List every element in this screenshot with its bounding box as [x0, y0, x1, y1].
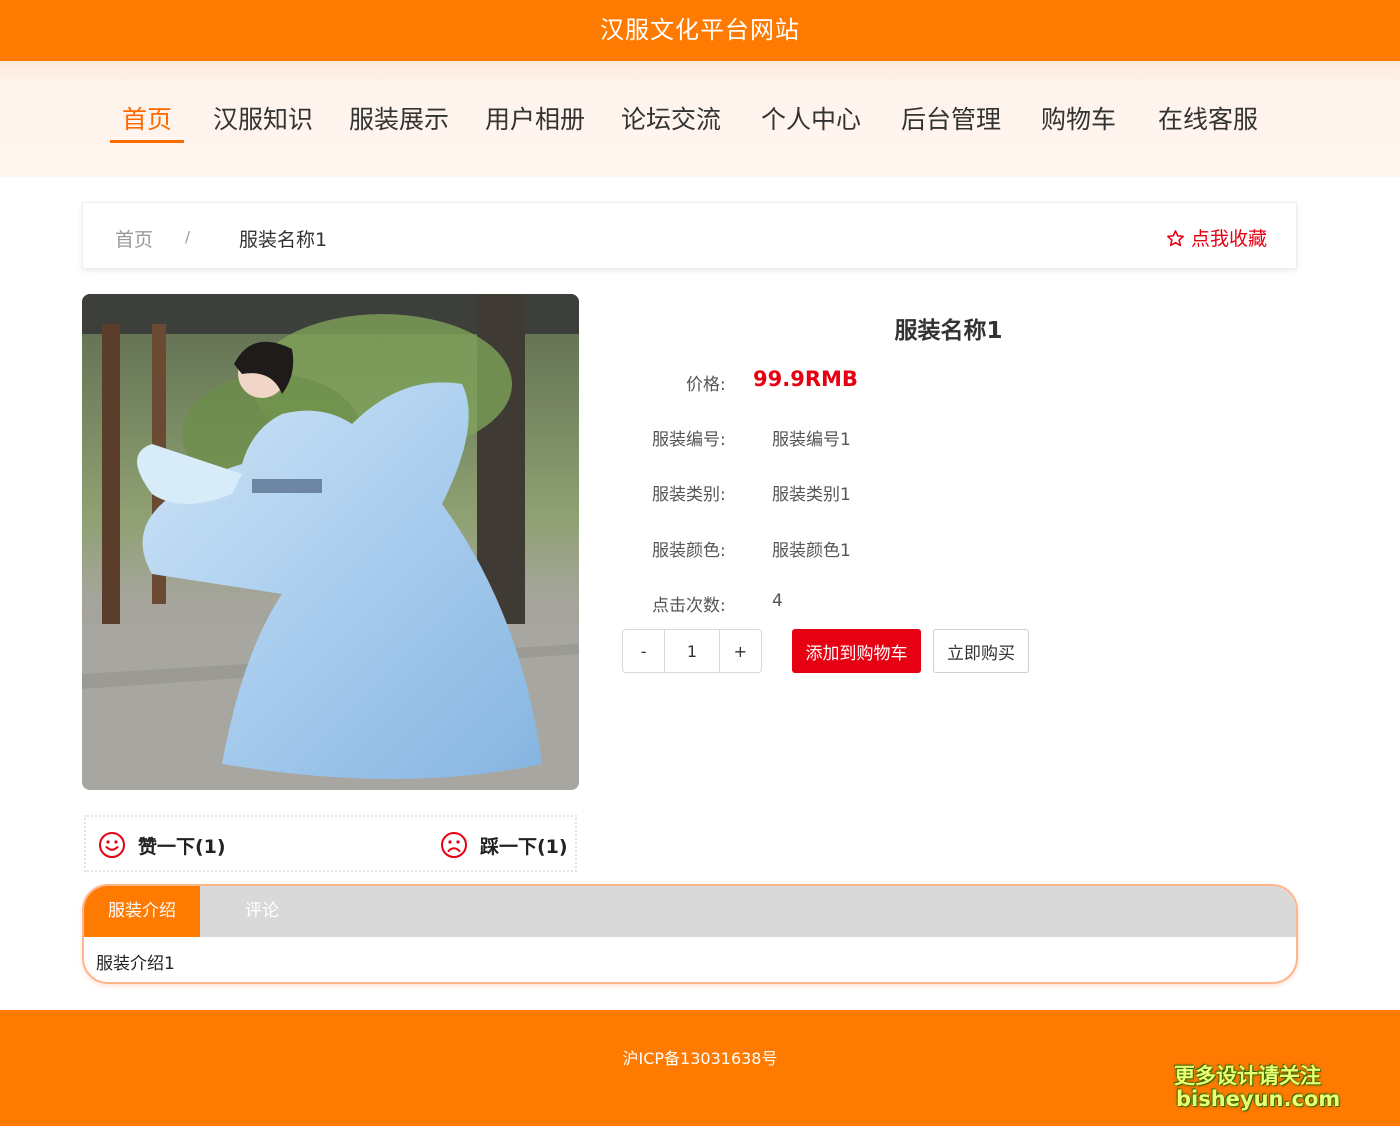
breadcrumb: 首页 / 服装名称1 点我收藏 — [82, 202, 1297, 269]
quantity-increase-button[interactable]: + — [720, 630, 761, 672]
site-title: 汉服文化平台网站 — [0, 0, 1400, 61]
nav-item-hanfu-knowledge[interactable]: 汉服知识 — [213, 103, 313, 137]
dislike-button[interactable]: 踩一下(1) — [440, 831, 568, 859]
nav-band: 首页 汉服知识 服装展示 用户相册 论坛交流 个人中心 后台管理 购物车 在线客… — [0, 61, 1400, 177]
field-label-category: 服装类别: — [652, 485, 726, 505]
nav-item-clothing-display[interactable]: 服装展示 — [349, 103, 449, 137]
field-label-code: 服装编号: — [652, 430, 726, 450]
nav-item-cart[interactable]: 购物车 — [1041, 103, 1116, 137]
quantity-decrease-button[interactable]: - — [623, 630, 664, 672]
nav-item-home[interactable]: 首页 — [122, 103, 172, 137]
star-icon — [1167, 230, 1184, 247]
product-image — [82, 294, 579, 790]
vote-box: 赞一下(1) 踩一下(1) — [84, 815, 577, 872]
frown-icon — [441, 832, 467, 858]
field-value-category: 服装类别1 — [772, 485, 851, 505]
field-value-clicks: 4 — [772, 591, 783, 611]
buy-now-button[interactable]: 立即购买 — [933, 629, 1029, 673]
like-button[interactable]: 赞一下(1) — [98, 831, 226, 859]
nav-item-personal-center[interactable]: 个人中心 — [761, 103, 861, 137]
add-to-cart-button[interactable]: 添加到购物车 — [792, 629, 921, 673]
field-value-code: 服装编号1 — [772, 430, 851, 450]
detail-tabs: 服装介绍 评论 服装介绍1 — [82, 884, 1298, 984]
field-value-color: 服装颜色1 — [772, 541, 851, 561]
quantity-input[interactable]: 1 — [664, 630, 720, 672]
tab-comments[interactable]: 评论 — [202, 886, 322, 937]
main-nav: 首页 汉服知识 服装展示 用户相册 论坛交流 个人中心 后台管理 购物车 在线客… — [0, 103, 1400, 163]
nav-item-forum[interactable]: 论坛交流 — [621, 103, 721, 137]
like-label: 赞一下(1) — [138, 835, 226, 858]
smile-icon — [99, 832, 125, 858]
tab-content: 服装介绍1 — [96, 954, 175, 974]
breadcrumb-current: 服装名称1 — [239, 229, 328, 251]
favorite-label: 点我收藏 — [1191, 228, 1268, 250]
nav-active-underline — [110, 140, 184, 143]
field-label-color: 服装颜色: — [652, 541, 726, 561]
favorite-button[interactable]: 点我收藏 — [1166, 224, 1267, 251]
dislike-label: 踩一下(1) — [480, 835, 568, 858]
breadcrumb-home[interactable]: 首页 — [115, 225, 153, 252]
quantity-stepper: - 1 + — [622, 629, 762, 673]
tab-clothing-intro[interactable]: 服装介绍 — [84, 886, 200, 937]
field-label-clicks: 点击次数: — [652, 596, 726, 616]
price-label: 价格: — [686, 375, 726, 395]
nav-item-online-service[interactable]: 在线客服 — [1158, 103, 1258, 137]
nav-item-admin[interactable]: 后台管理 — [901, 103, 1001, 137]
product-title: 服装名称1 — [894, 318, 1003, 344]
nav-item-user-album[interactable]: 用户相册 — [485, 103, 585, 137]
watermark-line1: 更多设计请关注 — [1174, 1064, 1321, 1088]
tab-bar: 服装介绍 评论 — [84, 886, 1296, 937]
price-value: 99.9RMB — [753, 367, 858, 391]
watermark-line2: bisheyun.com — [1176, 1087, 1341, 1111]
breadcrumb-separator: / — [185, 228, 191, 246]
